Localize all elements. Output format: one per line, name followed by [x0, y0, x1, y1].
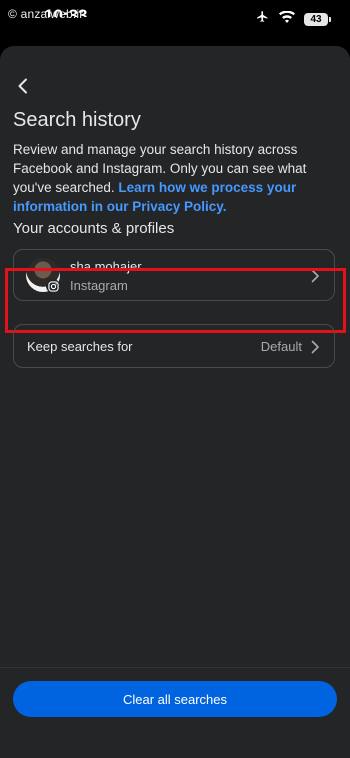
chevron-right-icon [311, 340, 319, 354]
accounts-section-title: Your accounts & profiles [13, 220, 175, 237]
page-title: Search history [13, 109, 141, 131]
back-button[interactable] [12, 76, 32, 96]
screen: © anzalweb.ir 10:33 43 Search history Re… [0, 0, 350, 758]
search-history-sheet: Search history Review and manage your se… [0, 46, 350, 758]
page-description: Review and manage your search history ac… [13, 140, 331, 216]
keep-searches-row[interactable]: Keep searches for Default [13, 324, 335, 368]
bottom-divider [0, 667, 350, 668]
battery-icon: 43 [304, 12, 331, 26]
status-time: 10:33 [44, 6, 88, 25]
clear-all-searches-button[interactable]: Clear all searches [13, 681, 337, 717]
keep-searches-value: Default [260, 339, 302, 354]
status-icons: 43 [255, 10, 331, 28]
wifi-icon [279, 10, 295, 28]
chevron-left-icon [18, 78, 27, 94]
status-bar: © anzalweb.ir 10:33 43 [0, 0, 350, 38]
airplane-icon [255, 10, 270, 28]
keep-searches-label: Keep searches for [27, 339, 133, 354]
